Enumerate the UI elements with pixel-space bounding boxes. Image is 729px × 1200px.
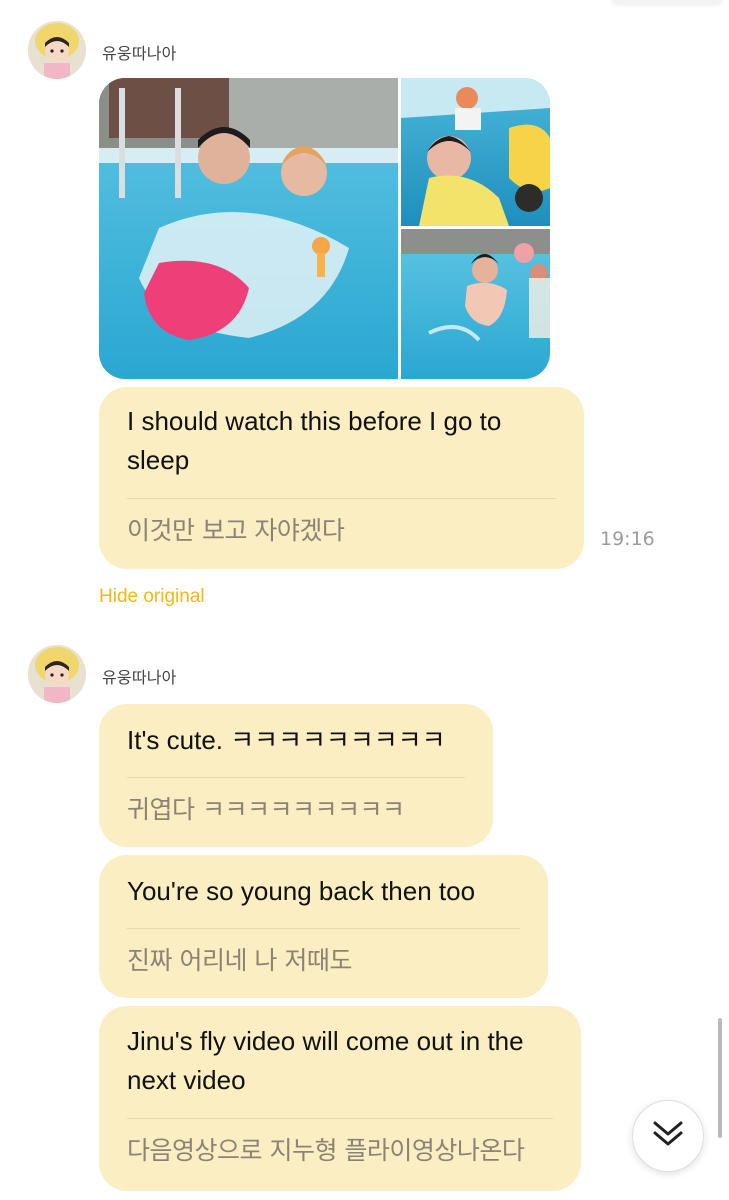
message-bubble[interactable]: I should watch this before I go to sleep…: [99, 387, 584, 569]
original-text: 진짜 어리네 나 저때도: [127, 946, 352, 975]
translated-text: It's cute. ㅋㅋㅋㅋㅋㅋㅋㅋㅋ: [127, 725, 446, 755]
hide-original-link[interactable]: Hide original: [99, 586, 205, 608]
divider: [127, 1118, 553, 1119]
original-text: 다음영상으로 지누형 플라이영상나온다: [127, 1136, 525, 1165]
divider: [127, 498, 556, 499]
message-bubble[interactable]: Jinu's fly video will come out in the ne…: [99, 1006, 581, 1191]
avatar[interactable]: [28, 645, 86, 703]
photo-bottom-right: [401, 229, 550, 379]
divider: [127, 777, 465, 778]
message-bubble[interactable]: It's cute. ㅋㅋㅋㅋㅋㅋㅋㅋㅋ 귀엽다 ㅋㅋㅋㅋㅋㅋㅋㅋㅋ: [99, 704, 493, 847]
sender-name: 유웅따나아: [102, 44, 177, 63]
shared-photo-grid[interactable]: [99, 78, 550, 379]
message-time: 19:16: [600, 528, 655, 550]
scroll-to-bottom-button[interactable]: [632, 1100, 704, 1172]
scrollbar[interactable]: [718, 1018, 722, 1138]
avatar[interactable]: [28, 21, 86, 79]
photo-top-right: [401, 78, 550, 226]
photo-main: [99, 78, 398, 379]
sender-name: 유웅따나아: [102, 668, 177, 687]
divider: [127, 928, 520, 929]
translated-text: I should watch this before I go to sleep: [127, 406, 502, 475]
original-text: 이것만 보고 자야겠다: [127, 516, 345, 545]
top-bar-fragment: [612, 0, 722, 4]
chevron-double-down-icon: [651, 1119, 685, 1154]
message-bubble[interactable]: You're so young back then too 진짜 어리네 나 저…: [99, 855, 548, 998]
translated-text: Jinu's fly video will come out in the ne…: [127, 1026, 524, 1095]
translated-text: You're so young back then too: [127, 876, 476, 906]
original-text: 귀엽다 ㅋㅋㅋㅋㅋㅋㅋㅋㅋ: [127, 795, 405, 824]
